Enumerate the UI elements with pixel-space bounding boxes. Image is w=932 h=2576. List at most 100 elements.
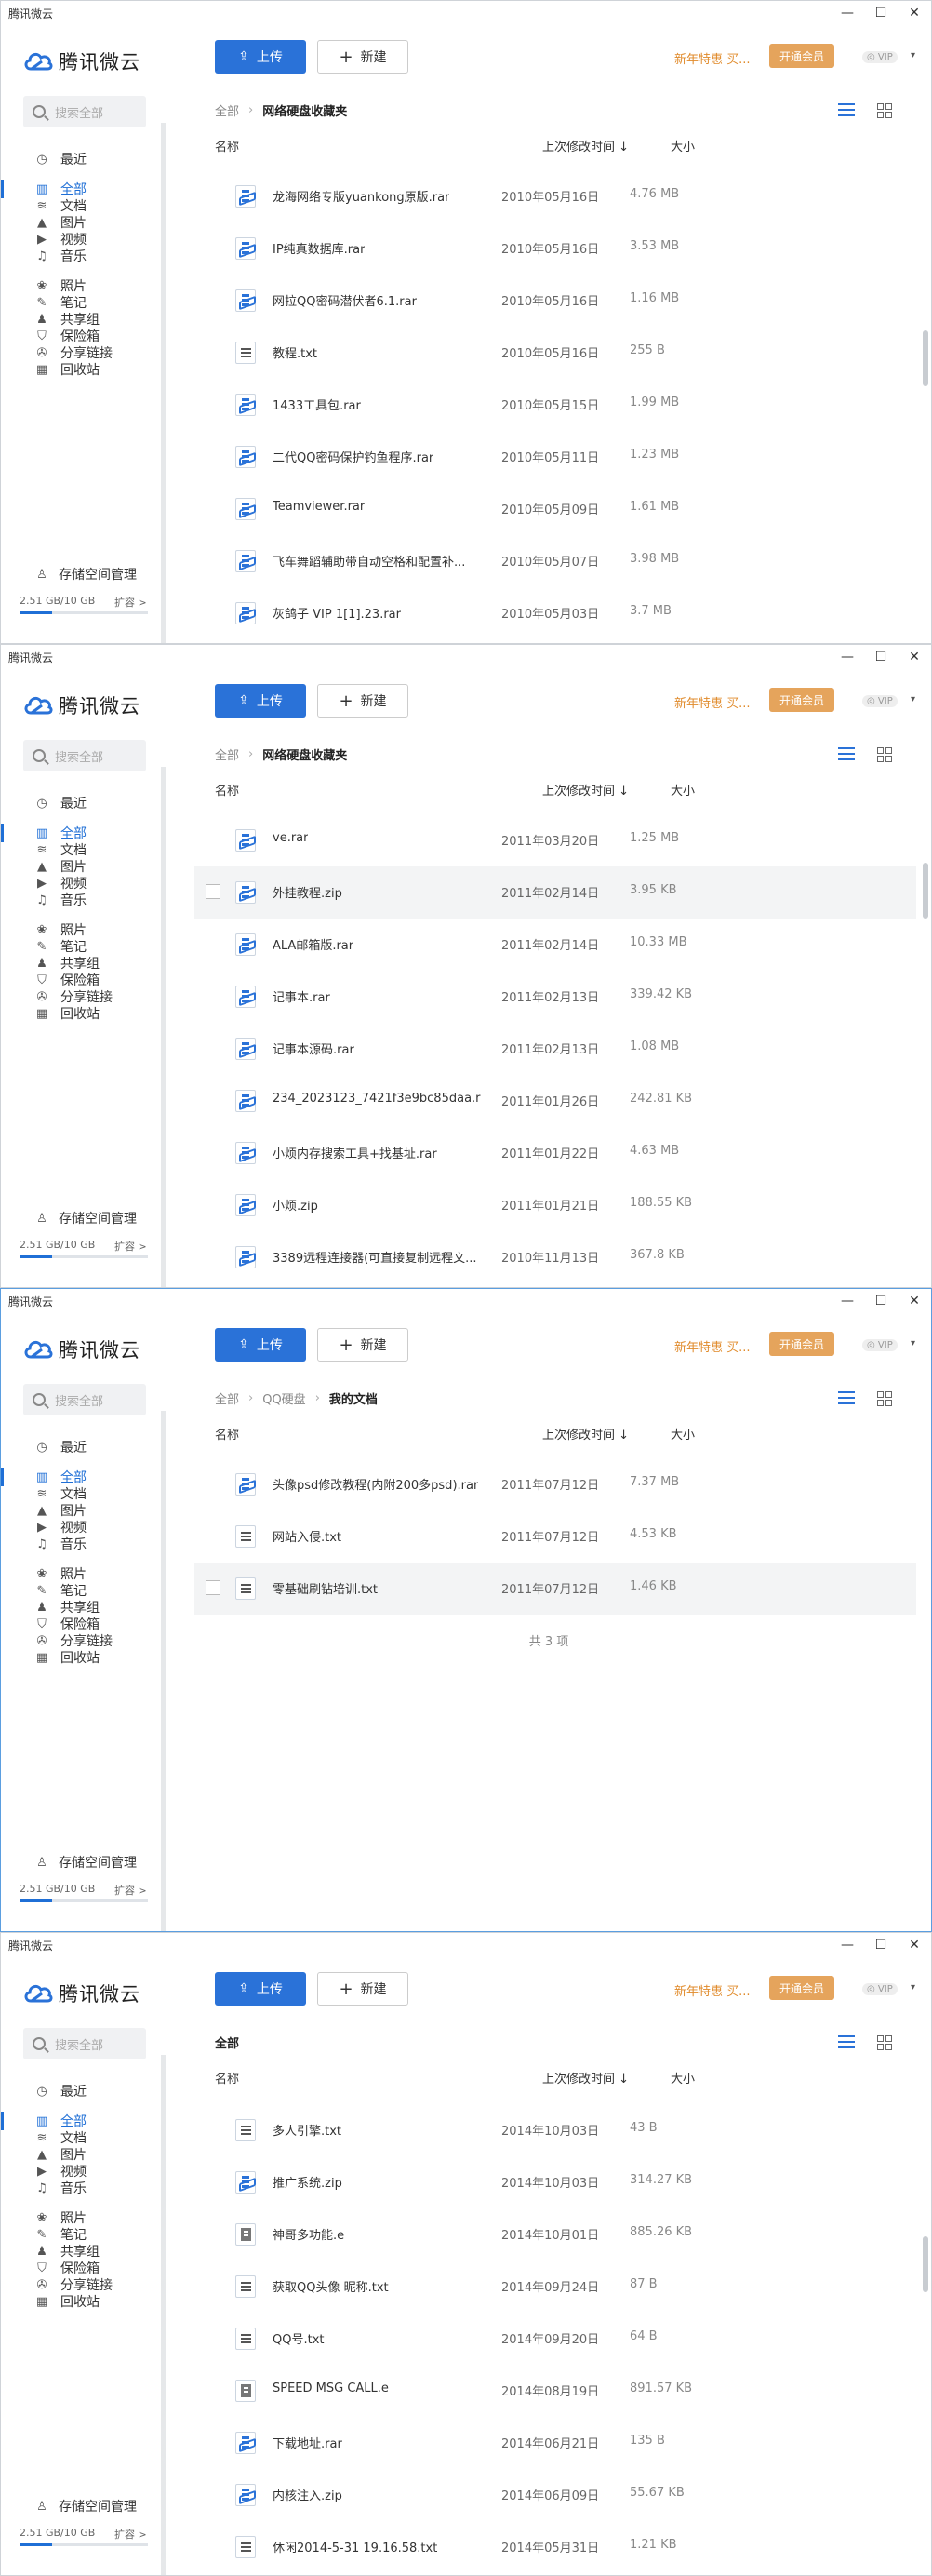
promo-link[interactable]: 新年特惠 买... — [674, 1981, 751, 1999]
file-name[interactable]: 教程.txt — [273, 343, 317, 361]
file-name[interactable]: 飞车舞蹈辅助带自动空格和配置补... — [273, 552, 465, 570]
table-row[interactable]: 记事本.rar 2011年02月13日 339.42 KB — [194, 971, 916, 1023]
breadcrumb-item[interactable]: 全部 — [215, 1389, 239, 1407]
main-scrollbar[interactable] — [922, 25, 929, 643]
grid-view-icon[interactable] — [877, 1391, 892, 1406]
file-name[interactable]: 小烦.zip — [273, 1196, 318, 1214]
close-icon[interactable]: ✕ — [898, 645, 931, 669]
table-row[interactable]: 小烦内存搜索工具+找基址.rar 2011年01月22日 4.63 MB — [194, 1127, 916, 1179]
grid-view-icon[interactable] — [877, 2035, 892, 2050]
table-row[interactable]: 推广系统.zip 2014年10月03日 314.27 KB — [194, 2156, 916, 2208]
file-name[interactable]: 龙海网络专版yuankong原版.rar — [273, 187, 449, 205]
search-input[interactable]: 搜索全部 — [23, 1384, 146, 1415]
row-checkbox[interactable] — [206, 1580, 220, 1595]
expand-link[interactable]: 扩容 > — [114, 2527, 147, 2542]
file-name[interactable]: 休闲2014-5-31 19.16.58.txt — [273, 2538, 437, 2556]
table-row[interactable]: 小烦.zip 2011年01月21日 188.55 KB — [194, 1179, 916, 1231]
file-name[interactable]: 头像psd修改教程(内附200多psd).rar — [273, 1475, 478, 1493]
maximize-icon[interactable]: ☐ — [864, 1, 898, 25]
col-date[interactable]: 上次修改时间 ↓ — [542, 781, 629, 798]
close-icon[interactable]: ✕ — [898, 1289, 931, 1313]
table-row[interactable]: 外挂教程.zip 2011年02月14日 3.95 KB — [194, 866, 916, 919]
table-row[interactable]: 二代QQ密码保护钓鱼程序.rar 2010年05月11日 1.23 MB — [194, 431, 916, 483]
file-name[interactable]: 网拉QQ密码潜伏者6.1.rar — [273, 291, 417, 309]
file-name[interactable]: 获取QQ头像 昵称.txt — [273, 2277, 389, 2295]
breadcrumb-item[interactable]: 全部 — [215, 745, 239, 763]
file-name[interactable]: 小烦内存搜索工具+找基址.rar — [273, 1144, 437, 1161]
table-row[interactable]: SPEED MSG CALL.e 2014年08月19日 891.57 KB — [194, 2365, 916, 2417]
new-button[interactable]: + 新建 — [317, 1328, 408, 1362]
table-row[interactable]: 网拉QQ密码潜伏者6.1.rar 2010年05月16日 1.16 MB — [194, 275, 916, 327]
file-name[interactable]: 外挂教程.zip — [273, 883, 342, 901]
sidebar-item-5[interactable]: ♫ 音乐 — [1, 885, 161, 915]
maximize-icon[interactable]: ☐ — [864, 645, 898, 669]
upload-button[interactable]: ⇪ 上传 — [215, 1328, 306, 1362]
new-button[interactable]: + 新建 — [317, 684, 408, 718]
maximize-icon[interactable]: ☐ — [864, 1933, 898, 1957]
table-row[interactable]: ALA邮箱版.rar 2011年02月14日 10.33 MB — [194, 919, 916, 971]
table-row[interactable]: 灰鸽子 VIP 1[1].23.rar 2010年05月03日 3.7 MB — [194, 587, 916, 639]
file-name[interactable]: Teamviewer.rar — [273, 500, 365, 514]
table-row[interactable]: 下载地址.rar 2014年06月21日 135 B — [194, 2417, 916, 2469]
vip-button[interactable]: 开通会员 — [769, 44, 834, 68]
storage-manage-link[interactable]: ♙ 存储空间管理 — [34, 1853, 137, 1872]
list-view-icon[interactable] — [838, 1391, 855, 1406]
file-name[interactable]: QQ号.txt — [273, 2329, 325, 2347]
promo-link[interactable]: 新年特惠 买... — [674, 1337, 751, 1355]
vip-badge[interactable]: ◎ VIP — [862, 1339, 898, 1351]
file-name[interactable]: 记事本源码.rar — [273, 1040, 354, 1057]
promo-link[interactable]: 新年特惠 买... — [674, 693, 751, 711]
main-scrollbar[interactable] — [922, 669, 929, 1287]
expand-link[interactable]: 扩容 > — [114, 1239, 147, 1254]
sidebar-item-0[interactable]: ◷ 最近 — [1, 1432, 161, 1462]
file-name[interactable]: ve.rar — [273, 831, 308, 845]
breadcrumb-item[interactable]: QQ硬盘 — [262, 1389, 305, 1407]
chevron-down-icon[interactable]: ▾ — [911, 50, 915, 60]
upload-button[interactable]: ⇪ 上传 — [215, 684, 306, 718]
expand-link[interactable]: 扩容 > — [114, 595, 147, 610]
sidebar-item-5[interactable]: ♫ 音乐 — [1, 241, 161, 271]
sidebar-item-11[interactable]: ▦ 回收站 — [1, 2287, 161, 2316]
table-row[interactable]: QQ号.txt 2014年09月20日 64 B — [194, 2313, 916, 2365]
file-name[interactable]: 神哥多功能.e — [273, 2225, 344, 2243]
table-row[interactable]: 教程.txt 2010年05月16日 255 B — [194, 327, 916, 379]
file-name[interactable]: 网站入侵.txt — [273, 1527, 341, 1545]
breadcrumb-item[interactable]: 全部 — [215, 101, 239, 119]
col-size[interactable]: 大小 — [671, 781, 695, 798]
chevron-down-icon[interactable]: ▾ — [911, 1338, 915, 1348]
search-input[interactable]: 搜索全部 — [23, 740, 146, 771]
sidebar-item-0[interactable]: ◷ 最近 — [1, 2076, 161, 2106]
chevron-down-icon[interactable]: ▾ — [911, 1982, 915, 1992]
table-row[interactable]: ve.rar 2011年03月20日 1.25 MB — [194, 814, 916, 866]
table-row[interactable]: 多人引擎.txt 2014年10月03日 43 B — [194, 2104, 916, 2156]
main-scrollbar[interactable] — [922, 1313, 929, 1931]
table-row[interactable]: 头像psd修改教程(内附200多psd).rar 2011年07月12日 7.3… — [194, 1458, 916, 1510]
col-date[interactable]: 上次修改时间 ↓ — [542, 1425, 629, 1442]
file-name[interactable]: 内核注入.zip — [273, 2486, 342, 2503]
table-row[interactable]: 龙海网络专版yuankong原版.rar 2010年05月16日 4.76 MB — [194, 170, 916, 222]
table-row[interactable]: Teamviewer.rar 2010年05月09日 1.61 MB — [194, 483, 916, 535]
minimize-icon[interactable]: — — [831, 1, 864, 25]
col-size[interactable]: 大小 — [671, 137, 695, 154]
file-name[interactable]: SPEED MSG CALL.e — [273, 2381, 389, 2395]
main-scrollbar[interactable] — [922, 1957, 929, 2575]
file-name[interactable]: 二代QQ密码保护钓鱼程序.rar — [273, 448, 433, 465]
storage-manage-link[interactable]: ♙ 存储空间管理 — [34, 565, 137, 584]
search-input[interactable]: 搜索全部 — [23, 2028, 146, 2059]
table-row[interactable]: 神哥多功能.e 2014年10月01日 885.26 KB — [194, 2208, 916, 2261]
grid-view-icon[interactable] — [877, 103, 892, 118]
row-checkbox[interactable] — [206, 884, 220, 899]
sidebar-item-0[interactable]: ◷ 最近 — [1, 788, 161, 818]
file-name[interactable]: 下载地址.rar — [273, 2434, 342, 2451]
storage-manage-link[interactable]: ♙ 存储空间管理 — [34, 1209, 137, 1228]
sidebar-item-0[interactable]: ◷ 最近 — [1, 144, 161, 174]
table-row[interactable]: 飞车舞蹈辅助带自动空格和配置补... 2010年05月07日 3.98 MB — [194, 535, 916, 587]
vip-badge[interactable]: ◎ VIP — [862, 51, 898, 63]
col-date[interactable]: 上次修改时间 ↓ — [542, 137, 629, 154]
table-row[interactable]: 记事本源码.rar 2011年02月13日 1.08 MB — [194, 1023, 916, 1075]
maximize-icon[interactable]: ☐ — [864, 1289, 898, 1313]
file-name[interactable]: ALA邮箱版.rar — [273, 935, 353, 953]
col-size[interactable]: 大小 — [671, 1425, 695, 1442]
col-name[interactable]: 名称 — [215, 1425, 239, 1442]
expand-link[interactable]: 扩容 > — [114, 1883, 147, 1898]
